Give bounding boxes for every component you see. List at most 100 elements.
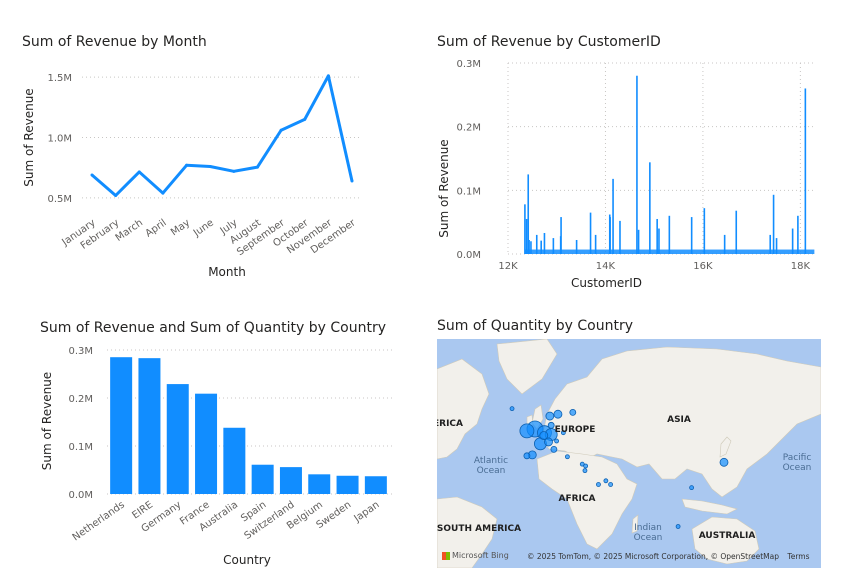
customer-bar bbox=[775, 238, 778, 254]
customer-bar bbox=[649, 162, 651, 254]
customer-bar bbox=[528, 239, 530, 254]
y-tick-label: 0.5M bbox=[47, 194, 72, 205]
quantity-bubble bbox=[608, 482, 614, 487]
quantity-bubble bbox=[523, 452, 531, 460]
country-chart-visual[interactable]: Sum of Revenue and Sum of Quantity by Co… bbox=[0, 315, 420, 575]
data-point bbox=[279, 128, 283, 132]
map-label: SOUTH AMERICA bbox=[437, 524, 521, 534]
customer-bar bbox=[530, 241, 532, 254]
customer-bar bbox=[525, 218, 528, 254]
customer-bar bbox=[589, 212, 592, 254]
revenue-line bbox=[91, 74, 354, 197]
quantity-bubble bbox=[719, 457, 729, 467]
customer-bar bbox=[656, 218, 658, 254]
customer-bar bbox=[575, 239, 578, 254]
data-point bbox=[326, 74, 330, 78]
y-tick-label: 1.5M bbox=[47, 73, 72, 84]
customer-bar bbox=[735, 210, 738, 254]
y-tick-label: 0.3M bbox=[68, 346, 93, 357]
x-tick-label: 12K bbox=[498, 261, 518, 272]
quantity-bubble bbox=[550, 445, 558, 453]
world-map[interactable]: ERICA EUROPE ASIA AFRICA SOUTH AMERICA AUSTRA… bbox=[437, 339, 821, 568]
y-tick-label: 0.0M bbox=[456, 250, 481, 261]
y-axis-title: Sum of Revenue bbox=[40, 372, 54, 470]
customer-bar bbox=[658, 228, 660, 254]
quantity-bubble bbox=[553, 409, 563, 419]
y-tick-label: 0.3M bbox=[456, 59, 481, 70]
country-bar bbox=[195, 393, 218, 494]
customer-bar bbox=[636, 75, 638, 254]
country-bar bbox=[364, 476, 387, 494]
map-label: Pacific Ocean bbox=[783, 453, 812, 473]
x-tick-label: 18K bbox=[791, 261, 811, 272]
customer-chart: 0.0M 0.1M 0.2M 0.3M 12K 14K 16K 18K CustomerID Su… bbox=[437, 59, 815, 290]
customer-chart-visual[interactable]: Sum of Revenue by CustomerID 0.0M 0.1M 0.2… bbox=[430, 30, 850, 295]
country-bar bbox=[138, 358, 161, 494]
quantity-bubble bbox=[689, 485, 695, 491]
customer-bar bbox=[543, 232, 546, 254]
country-bar bbox=[279, 467, 302, 494]
x-axis-title: Country bbox=[223, 553, 271, 567]
y-tick-label: 1.0M bbox=[47, 134, 72, 145]
data-point bbox=[185, 163, 189, 167]
y-tick-label: 0.1M bbox=[68, 442, 93, 453]
map-label: ERICA bbox=[437, 419, 463, 429]
country-chart: 0.0M0.1M0.2M0.3MNetherlands EIREGermanyFr… bbox=[40, 346, 395, 567]
customer-bar bbox=[535, 234, 538, 254]
quantity-bubble bbox=[596, 482, 601, 487]
customer-bar bbox=[772, 194, 775, 254]
x-tick-label: June bbox=[191, 217, 216, 239]
map-attribution: © 2025 TomTom, © 2025 Microsoft Corporat… bbox=[527, 552, 810, 561]
y-tick-label: 0.1M bbox=[456, 186, 481, 197]
customer-bar bbox=[723, 234, 726, 254]
map-visual[interactable]: ERICA EUROPE ASIA AFRICA SOUTH AMERICA AUSTRA… bbox=[437, 339, 821, 568]
data-point bbox=[137, 170, 141, 174]
quantity-bubble bbox=[582, 468, 588, 474]
x-axis-title: Month bbox=[208, 265, 246, 279]
quantity-bubble bbox=[547, 421, 555, 429]
quantity-bubble bbox=[603, 478, 609, 484]
x-tick-label: May bbox=[169, 217, 192, 238]
customer-bar bbox=[560, 217, 562, 254]
country-bar bbox=[251, 464, 274, 494]
y-tick-label: 0.2M bbox=[68, 394, 93, 405]
terms-link[interactable]: Terms bbox=[787, 552, 809, 561]
map-label: ASIA bbox=[667, 415, 691, 425]
customer-bar bbox=[540, 240, 542, 254]
customer-bar bbox=[703, 208, 706, 254]
customer-bar bbox=[797, 215, 799, 254]
y-tick-label: 0.2M bbox=[456, 123, 481, 134]
quantity-bubble bbox=[545, 411, 555, 421]
map-label: AFRICA bbox=[559, 494, 596, 504]
country-bar bbox=[308, 474, 331, 494]
data-point bbox=[161, 191, 165, 195]
quantity-bubble bbox=[509, 406, 515, 412]
customer-bar bbox=[609, 217, 611, 254]
y-tick-label: 0.0M bbox=[68, 490, 93, 501]
map-label: EUROPE bbox=[555, 425, 596, 435]
x-tick-label: 16K bbox=[693, 261, 713, 272]
map-label: AUSTRALIA bbox=[699, 531, 756, 541]
map-title: Sum of Quantity by Country bbox=[437, 318, 633, 334]
country-bar bbox=[336, 475, 359, 494]
customer-bar bbox=[594, 234, 597, 254]
data-point bbox=[350, 179, 354, 183]
x-tick-label: Netherlands bbox=[71, 499, 127, 543]
line-chart-visual[interactable]: Sum of Revenue by Month 0.5M 1.0M 1.5M Janu… bbox=[0, 30, 420, 290]
bing-logo: Microsoft Bing bbox=[442, 551, 509, 560]
quantity-bubble bbox=[554, 438, 559, 444]
x-tick-label: April bbox=[144, 217, 169, 239]
country-bar bbox=[223, 427, 246, 494]
country-bar bbox=[166, 384, 189, 494]
y-axis-title: Sum of Revenue bbox=[437, 139, 451, 237]
quantity-bubble bbox=[519, 423, 535, 439]
customer-bar bbox=[791, 228, 794, 254]
map-label: Indian Ocean bbox=[634, 523, 663, 543]
customer-bar bbox=[804, 88, 807, 254]
data-point bbox=[232, 169, 236, 173]
quantity-bubble bbox=[583, 463, 589, 469]
quantity-bubble bbox=[675, 524, 681, 529]
customer-bar bbox=[668, 215, 671, 254]
customer-bar bbox=[690, 217, 693, 254]
customer-bar bbox=[524, 204, 526, 254]
